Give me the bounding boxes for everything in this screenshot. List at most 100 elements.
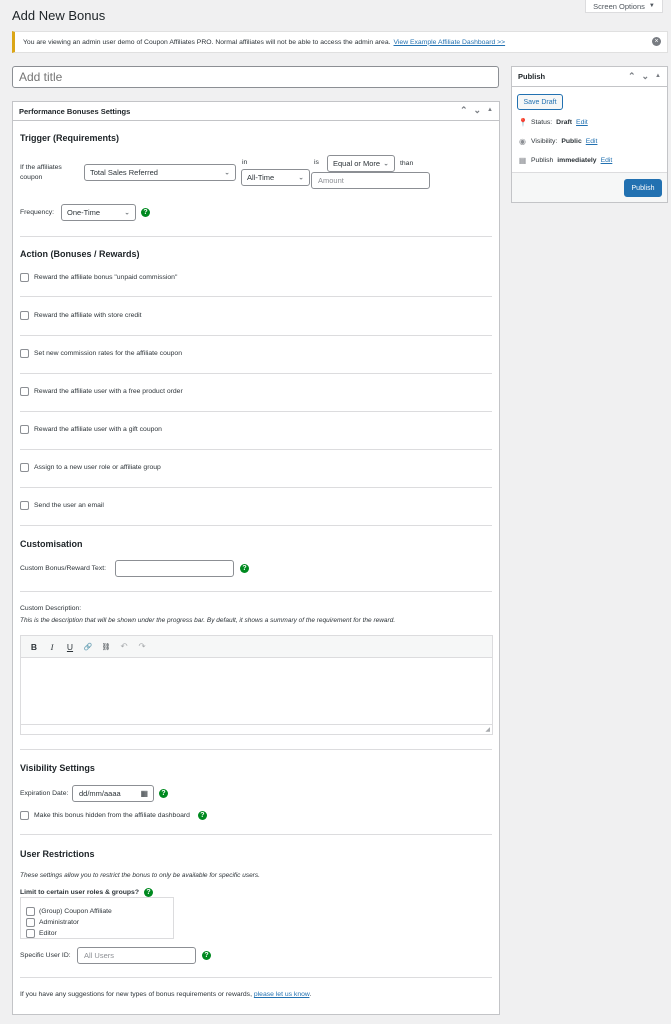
action-option[interactable]: Set new commission rates for the affilia… [20,349,182,358]
notice-text: You are viewing an admin user demo of Co… [23,38,391,46]
publish-date-row: ▦ Publish immediately Edit [518,156,613,165]
visibility-label: Visibility: [531,138,558,145]
chevron-down-icon: ⌄ [224,169,230,177]
editor-statusbar: ◢ [21,724,492,734]
role-option[interactable]: Editor [26,929,57,938]
edit-status-link[interactable]: Edit [576,119,588,126]
checkbox[interactable] [20,387,29,396]
expiration-date-input[interactable]: dd/mm/aaaa ▦ [72,785,154,802]
checkbox[interactable] [20,811,29,820]
role-option[interactable]: Administrator [26,918,79,927]
in-label: in [242,159,248,166]
chevron-down-icon: ⌄ [383,160,389,168]
frequency-select[interactable]: One-Time ⌄ [61,204,136,221]
bold-icon[interactable]: B [25,638,43,656]
edit-publish-link[interactable]: Edit [601,157,613,164]
role-label: (Group) Coupon Affiliate [39,908,112,915]
description-editor[interactable]: B I U 🔗 ⛓ ↶ ↷ ◢ [20,635,493,735]
amount-input[interactable]: Amount [311,172,430,189]
resize-handle-icon[interactable]: ◢ [485,726,490,733]
help-icon[interactable]: ? [202,951,211,960]
status-label: Status: [531,119,553,126]
reward-text-input[interactable] [115,560,234,577]
roles-label: Limit to certain user roles & groups? [20,889,139,896]
comparison-select[interactable]: Equal or More ⌄ [327,155,395,172]
dismiss-icon[interactable]: × [652,37,661,46]
reward-text-label: Custom Bonus/Reward Text: [20,565,107,572]
checkbox[interactable] [20,463,29,472]
undo-icon[interactable]: ↶ [115,638,133,656]
publish-box-title: Publish [518,72,546,81]
action-option[interactable]: Send the user an email [20,501,104,510]
expiration-date-value: dd/mm/aaaa [79,789,121,798]
underline-icon[interactable]: U [61,638,79,656]
link-icon[interactable]: 🔗 [79,638,97,656]
move-up-icon[interactable]: ⌃ [460,105,468,116]
frequency-value: One-Time [67,208,101,217]
checkbox[interactable] [26,929,35,938]
period-select[interactable]: All-Time ⌄ [241,169,310,186]
help-icon[interactable]: ? [141,208,150,217]
publish-button[interactable]: Publish [624,179,662,197]
checkbox[interactable] [20,349,29,358]
visibility-heading: Visibility Settings [20,763,95,773]
action-option[interactable]: Reward the affiliate with store credit [20,311,142,320]
user-id-label: Specific User ID: [20,952,71,959]
than-label: than [400,160,414,167]
divider [20,834,492,835]
trigger-metric-select[interactable]: Total Sales Referred ⌄ [84,164,236,181]
collapse-icon[interactable]: ▲ [487,107,493,116]
italic-icon[interactable]: I [43,638,61,656]
action-option[interactable]: Assign to a new user role or affiliate g… [20,463,161,472]
pin-icon: 📍 [518,118,528,127]
checkbox[interactable] [20,311,29,320]
hidden-option[interactable]: Make this bonus hidden from the affiliat… [20,811,207,820]
hidden-option-label: Make this bonus hidden from the affiliat… [34,812,190,819]
is-label: is [314,159,319,166]
checkbox[interactable] [20,273,29,282]
customisation-heading: Customisation [20,539,83,549]
divider [20,591,492,592]
collapse-icon[interactable]: ▲ [655,73,661,82]
screen-options-toggle[interactable]: Screen Options ▼ [585,0,663,13]
move-down-icon[interactable]: ⌄ [474,105,482,116]
help-icon[interactable]: ? [159,789,168,798]
checkbox[interactable] [20,501,29,510]
action-option[interactable]: Reward the affiliate bonus "unpaid commi… [20,273,177,282]
user-id-input[interactable]: All Users [77,947,196,964]
chevron-down-icon: ⌄ [298,174,304,182]
roles-list: (Group) Coupon Affiliate Administrator E… [20,897,174,939]
move-up-icon[interactable]: ⌃ [628,71,636,82]
divider [20,487,492,488]
status-value: Draft [556,119,573,126]
checkbox[interactable] [20,425,29,434]
action-option[interactable]: Reward the affiliate user with a gift co… [20,425,162,434]
checkbox[interactable] [26,907,35,916]
help-icon[interactable]: ? [144,888,153,897]
performance-bonuses-box: Performance Bonuses Settings ⌃ ⌄ ▲ Trigg… [12,101,500,1015]
divider [20,296,492,297]
role-option[interactable]: (Group) Coupon Affiliate [26,907,112,916]
visibility-value: Public [561,138,582,145]
edit-visibility-link[interactable]: Edit [586,138,598,145]
screen-options-label: Screen Options [593,1,645,11]
checkbox[interactable] [26,918,35,927]
let-us-know-link[interactable]: please let us know [254,991,310,998]
calendar-icon[interactable]: ▦ [140,789,148,798]
divider [20,335,492,336]
redo-icon[interactable]: ↷ [133,638,151,656]
view-dashboard-link[interactable]: View Example Affiliate Dashboard >> [394,39,506,46]
title-input[interactable] [12,66,499,88]
unlink-icon[interactable]: ⛓ [97,638,115,656]
action-heading: Action (Bonuses / Rewards) [20,249,140,259]
action-option-label: Assign to a new user role or affiliate g… [34,464,161,471]
page-title: Add New Bonus [12,8,106,23]
help-icon[interactable]: ? [240,564,249,573]
save-draft-button[interactable]: Save Draft [517,94,563,110]
help-icon[interactable]: ? [197,811,207,820]
move-down-icon[interactable]: ⌄ [642,71,650,82]
action-option[interactable]: Reward the affiliate user with a free pr… [20,387,183,396]
action-option-label: Set new commission rates for the affilia… [34,350,182,357]
chevron-down-icon: ⌄ [124,209,130,217]
publish-actions: Publish [512,172,667,202]
